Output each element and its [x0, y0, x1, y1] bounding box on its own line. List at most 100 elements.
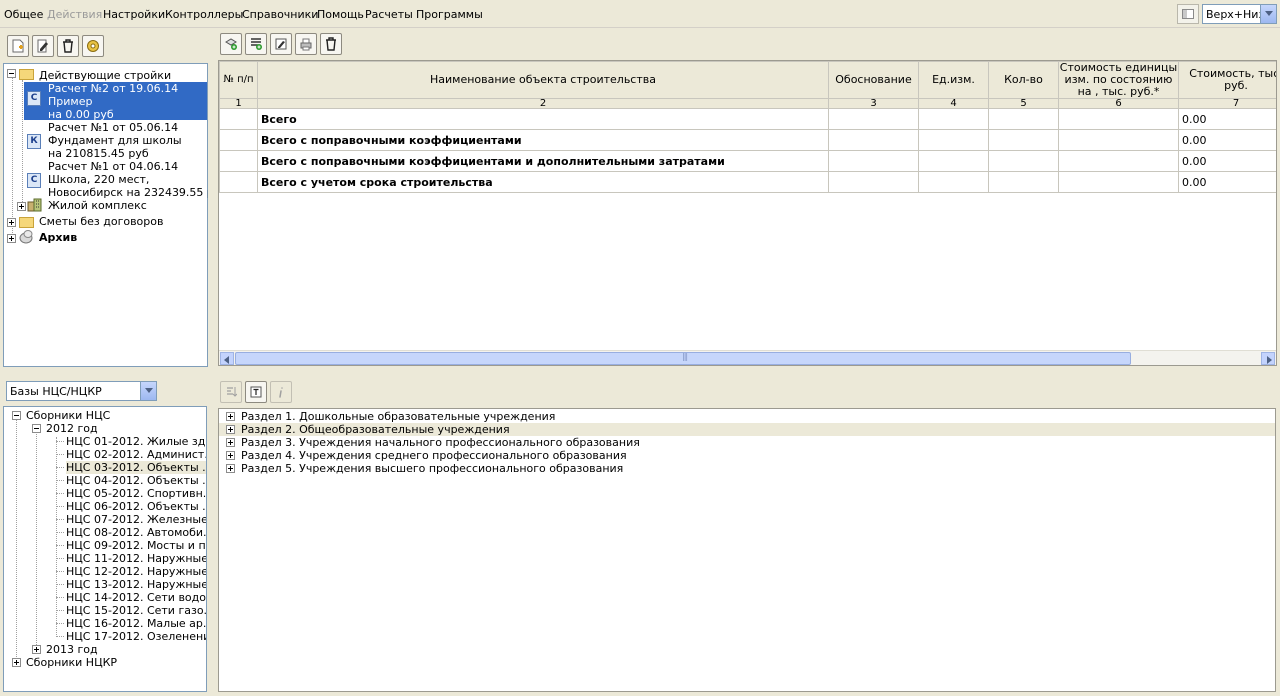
- menu-actions[interactable]: Действия: [47, 8, 102, 21]
- col-header-unit-cost[interactable]: Стоимость единицы изм. по состоянию на ,…: [1058, 61, 1179, 99]
- expand-icon[interactable]: [226, 438, 235, 447]
- estimate-grid-container: № п/п Наименование объекта строительства…: [218, 60, 1277, 366]
- table-row[interactable]: Всего с поправочными коэффициентами 0.00: [219, 129, 1276, 151]
- print-button[interactable]: [295, 33, 317, 55]
- menu-help[interactable]: Помощь: [317, 8, 364, 21]
- collapse-icon[interactable]: [12, 411, 21, 420]
- calc-project-button[interactable]: [82, 35, 104, 57]
- tree-ncs-item[interactable]: НЦС 14-2012. Сети водо...: [66, 591, 206, 604]
- row-name[interactable]: Всего с поправочными коэффициентами и до…: [257, 150, 829, 172]
- row-name[interactable]: Всего с поправочными коэффициентами: [257, 129, 829, 151]
- panel-toggle-button[interactable]: [1177, 4, 1199, 24]
- col-header-basis[interactable]: Обоснование: [828, 61, 919, 99]
- tree-ncs-root[interactable]: Сборники НЦС: [26, 409, 110, 422]
- filter-button[interactable]: [220, 381, 242, 403]
- tree-item-foundation[interactable]: Фундамент для школы: [48, 134, 182, 147]
- expand-icon[interactable]: [226, 412, 235, 421]
- row-cost[interactable]: 0.00: [1178, 171, 1276, 193]
- chevron-down-icon[interactable]: [1260, 5, 1276, 23]
- add-row-button[interactable]: [245, 33, 267, 55]
- section-row[interactable]: Раздел 2. Общеобразовательные учреждения: [219, 423, 1275, 436]
- tree-ncs-item[interactable]: НЦС 09-2012. Мосты и п...: [66, 539, 206, 552]
- menu-controllers[interactable]: Контроллеры: [165, 8, 243, 21]
- row-cost[interactable]: 0.00: [1178, 129, 1276, 151]
- new-project-button[interactable]: [7, 35, 29, 57]
- tree-ncs-item[interactable]: НЦС 17-2012. Озеленение: [66, 630, 206, 643]
- horizontal-scrollbar[interactable]: [219, 350, 1276, 365]
- tree-item-no-contract[interactable]: Сметы без договоров: [39, 215, 164, 228]
- section-row[interactable]: Раздел 1. Дошкольные образовательные учр…: [219, 410, 1275, 423]
- edit-project-button[interactable]: [32, 35, 54, 57]
- expand-icon[interactable]: [17, 202, 26, 211]
- tree-ncs-item[interactable]: НЦС 03-2012. Объекты ...: [66, 461, 206, 474]
- col-header-num[interactable]: № п/п: [219, 61, 258, 99]
- menu-general[interactable]: Общее: [4, 8, 43, 21]
- tree-ncs-item[interactable]: НЦС 04-2012. Объекты ...: [66, 474, 206, 487]
- tree-ncs-item[interactable]: НЦС 06-2012. Объекты ...: [66, 500, 206, 513]
- tree-item-calc1-0406[interactable]: Расчет №1 от 04.06.14: [48, 160, 178, 173]
- tree-year-2013[interactable]: 2013 год: [46, 643, 98, 656]
- col-header-unit[interactable]: Ед.изм.: [918, 61, 989, 99]
- info-button[interactable]: [270, 381, 292, 403]
- expand-icon[interactable]: [226, 425, 235, 434]
- row-cost[interactable]: 0.00: [1178, 150, 1276, 172]
- scroll-left-icon[interactable]: [220, 352, 234, 365]
- collapse-icon[interactable]: [32, 424, 41, 433]
- text-box-icon: [250, 386, 262, 398]
- tree-ncs-item[interactable]: НЦС 13-2012. Наружные...: [66, 578, 206, 591]
- tree-item-calc2[interactable]: С Расчет №2 от 19.06.14 Пример на 0.00 р…: [24, 82, 207, 121]
- section-row[interactable]: Раздел 3. Учреждения начального професси…: [219, 436, 1275, 449]
- tree-ncs-item[interactable]: НЦС 07-2012. Железные...: [66, 513, 206, 526]
- tree-year-2012[interactable]: 2012 год: [46, 422, 98, 435]
- expand-icon[interactable]: [32, 645, 41, 654]
- new-document-icon: [12, 39, 24, 53]
- text-button[interactable]: [245, 381, 267, 403]
- tree-ncs-item[interactable]: НЦС 02-2012. Админист...: [66, 448, 206, 461]
- row-cost[interactable]: 0.00: [1178, 108, 1276, 130]
- table-row[interactable]: Всего с учетом срока строительства 0.00: [219, 171, 1276, 193]
- delete-row-button[interactable]: [320, 33, 342, 55]
- edit-row-button[interactable]: [270, 33, 292, 55]
- tree-ncs-item[interactable]: НЦС 11-2012. Наружные...: [66, 552, 206, 565]
- expand-icon[interactable]: [7, 234, 16, 243]
- expand-icon[interactable]: [12, 658, 21, 667]
- scroll-right-icon[interactable]: [1261, 352, 1275, 365]
- menu-calculations[interactable]: Расчеты: [365, 8, 413, 21]
- row-name[interactable]: Всего: [257, 108, 829, 130]
- expand-icon[interactable]: [7, 218, 16, 227]
- table-row[interactable]: Всего с поправочными коэффициентами и до…: [219, 150, 1276, 172]
- menu-settings[interactable]: Настройки: [103, 8, 165, 21]
- tree-item-school[interactable]: Школа, 220 мест,: [48, 173, 149, 186]
- tree-item-archive[interactable]: Архив: [39, 231, 77, 244]
- edit-icon: [275, 38, 287, 50]
- col-header-name[interactable]: Наименование объекта строительства: [257, 61, 829, 99]
- tree-root-active[interactable]: Действующие стройки: [39, 69, 171, 82]
- section-row[interactable]: Раздел 5. Учреждения высшего профессиона…: [219, 462, 1275, 475]
- tree-ncs-item[interactable]: НЦС 08-2012. Автомоби...: [66, 526, 206, 539]
- tree-ncs-item[interactable]: НЦС 05-2012. Спортивн...: [66, 487, 206, 500]
- scrollbar-thumb[interactable]: [235, 352, 1131, 365]
- tree-ncr-root[interactable]: Сборники НЦКР: [26, 656, 117, 669]
- expand-icon[interactable]: [226, 464, 235, 473]
- table-row[interactable]: Всего 0.00: [219, 108, 1276, 130]
- tree-ncs-item[interactable]: НЦС 01-2012. Жилые зд...: [66, 435, 206, 448]
- collapse-icon[interactable]: [7, 69, 16, 78]
- tree-ncs-item[interactable]: НЦС 16-2012. Малые ар...: [66, 617, 206, 630]
- tree-item-calc1-0506[interactable]: Расчет №1 от 05.06.14: [48, 121, 178, 134]
- expand-icon[interactable]: [226, 451, 235, 460]
- row-name[interactable]: Всего с учетом срока строительства: [257, 171, 829, 193]
- menu-programs[interactable]: Программы: [416, 8, 483, 21]
- chevron-down-icon[interactable]: [140, 382, 156, 400]
- col-header-cost[interactable]: Стоимость, тыс. руб.: [1178, 61, 1276, 99]
- section-row[interactable]: Раздел 4. Учреждения среднего профессион…: [219, 449, 1275, 462]
- layout-select[interactable]: Верх+Низ: [1202, 4, 1277, 24]
- tree-ncs-item[interactable]: НЦС 12-2012. Наружные...: [66, 565, 206, 578]
- menu-references[interactable]: Справочники: [242, 8, 318, 21]
- add-object-button[interactable]: [220, 33, 242, 55]
- col-header-qty[interactable]: Кол-во: [988, 61, 1059, 99]
- bases-select[interactable]: Базы НЦС/НЦКР: [6, 381, 157, 401]
- tree-item-residential[interactable]: Жилой комплекс: [48, 199, 147, 212]
- col-number: 7: [1178, 98, 1276, 109]
- delete-project-button[interactable]: [57, 35, 79, 57]
- tree-ncs-item[interactable]: НЦС 15-2012. Сети газо...: [66, 604, 206, 617]
